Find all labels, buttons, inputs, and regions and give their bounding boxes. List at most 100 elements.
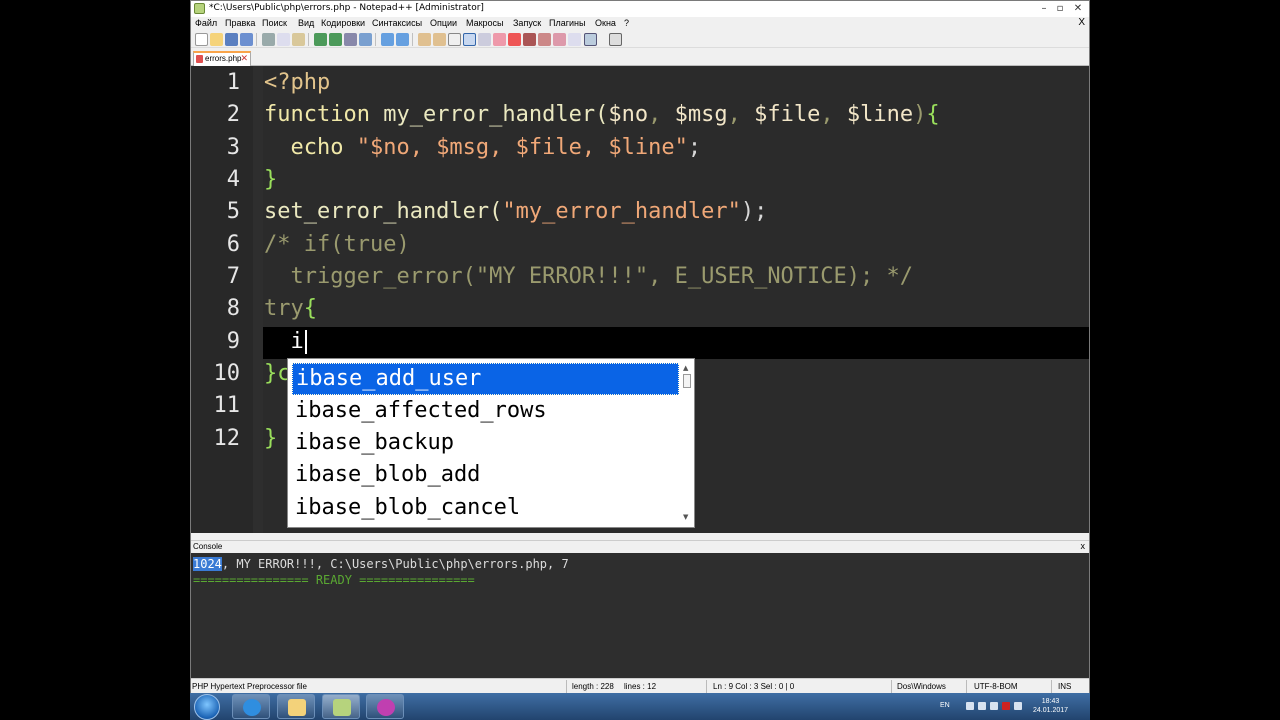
notepadpp-window: *C:\Users\Public\php\errors.php - Notepa… [190, 0, 1090, 693]
code-line-6: /* if(true) [264, 232, 410, 257]
autocomplete-item[interactable]: ibase_affected_rows [292, 396, 679, 428]
tray-network-icon[interactable] [990, 702, 998, 710]
brace: { [303, 296, 317, 321]
word-wrap-icon[interactable] [448, 33, 461, 46]
copy-icon[interactable] [277, 33, 290, 46]
status-encoding[interactable]: UTF-8-BOM [974, 682, 1018, 691]
code-line-4: } [264, 167, 277, 192]
menu-search[interactable]: Поиск [262, 18, 287, 28]
console-output[interactable]: 1024, MY ERROR!!!, C:\Users\Public\php\e… [191, 553, 1089, 678]
taskbar-app[interactable] [366, 694, 404, 719]
typed-text: i [264, 329, 304, 354]
taskbar-ie[interactable] [232, 694, 270, 719]
undo-icon[interactable] [314, 33, 327, 46]
tray-monitor-icon[interactable] [978, 702, 986, 710]
language-indicator[interactable]: EN [940, 702, 950, 709]
status-eol[interactable]: Dos\Windows [897, 682, 946, 691]
fold-margin[interactable] [253, 66, 263, 533]
string: "$no, $msg, $file, $line" [356, 135, 688, 160]
menu-syntax[interactable]: Синтаксисы [372, 18, 422, 28]
menu-help[interactable]: ? [624, 18, 629, 28]
play-macro-icon[interactable] [538, 33, 551, 46]
punct: ); [740, 199, 768, 224]
php-open-tag: <?php [264, 70, 331, 95]
console-icon[interactable] [609, 33, 622, 46]
menu-file[interactable]: Файл [195, 18, 217, 28]
sync-scroll-h-icon[interactable] [433, 33, 446, 46]
tab-errors-php[interactable]: errors.php ✕ [193, 51, 251, 66]
cut-icon[interactable] [262, 33, 275, 46]
menu-windows[interactable]: Окна [595, 18, 616, 28]
status-insert-mode[interactable]: INS [1058, 682, 1071, 691]
autocomplete-item[interactable]: ibase_backup [292, 428, 679, 460]
show-all-chars-icon[interactable] [463, 33, 476, 46]
doc-map-icon[interactable] [493, 33, 506, 46]
autocomplete-popup[interactable]: ibase_add_user ibase_affected_rows ibase… [287, 358, 695, 528]
console-title: Console [193, 542, 223, 551]
find-icon[interactable] [344, 33, 357, 46]
menu-macros[interactable]: Макросы [466, 18, 504, 28]
line-number: 3 [226, 135, 240, 160]
line-number: 9 [226, 329, 240, 354]
punct: , [648, 102, 675, 127]
open-file-icon[interactable] [210, 33, 223, 46]
autocomplete-item[interactable]: ibase_blob_add [292, 460, 679, 492]
code-line-12: } [264, 426, 277, 451]
title-bar: *C:\Users\Public\php\errors.php - Notepa… [191, 1, 1089, 17]
zoom-out-icon[interactable] [396, 33, 409, 46]
save-macro-icon[interactable] [553, 33, 566, 46]
tray-volume-icon[interactable] [1014, 702, 1022, 710]
close-document-icon[interactable]: X [1078, 17, 1085, 28]
new-file-icon[interactable] [195, 33, 208, 46]
line-number: 1 [226, 70, 240, 95]
save-icon[interactable] [225, 33, 238, 46]
menu-options[interactable]: Опции [430, 18, 457, 28]
current-line-highlight [263, 327, 1089, 359]
brace: } [264, 426, 278, 451]
error-code: 1024 [193, 557, 222, 571]
tab-close-icon[interactable]: ✕ [240, 53, 248, 64]
run-macro-icon[interactable] [568, 33, 581, 46]
variable: $line [846, 102, 914, 127]
menu-view[interactable]: Вид [298, 18, 314, 28]
menu-run[interactable]: Запуск [513, 18, 541, 28]
save-all-icon[interactable] [240, 33, 253, 46]
keyword: function [264, 102, 370, 127]
taskbar-notepadpp[interactable] [322, 694, 360, 719]
scroll-up-icon[interactable]: ▲ [683, 364, 688, 372]
sync-scroll-icon[interactable] [418, 33, 431, 46]
start-button[interactable] [194, 694, 220, 720]
punct: ) [913, 102, 927, 127]
menu-plugins[interactable]: Плагины [549, 18, 585, 28]
flower-app-icon [377, 699, 395, 716]
line-number: 10 [213, 361, 241, 386]
menu-encoding[interactable]: Кодировки [321, 18, 365, 28]
scroll-down-icon[interactable]: ▼ [683, 513, 688, 521]
tray-flag-icon[interactable] [966, 702, 974, 710]
scroll-thumb[interactable] [683, 374, 691, 388]
record-macro-icon[interactable] [508, 33, 521, 46]
internet-explorer-icon [243, 699, 261, 716]
maximize-icon[interactable]: ▫ [1051, 2, 1069, 16]
autocomplete-item[interactable]: ibase_add_user [292, 363, 679, 395]
tray-security-icon[interactable] [1002, 702, 1010, 710]
code-line-9: i [264, 329, 307, 354]
stop-macro-icon[interactable] [523, 33, 536, 46]
clock[interactable]: 18:43 24.01.2017 [1033, 697, 1068, 715]
menu-edit[interactable]: Правка [225, 18, 255, 28]
paste-icon[interactable] [292, 33, 305, 46]
autocomplete-scrollbar[interactable]: ▲ ▼ [681, 360, 693, 526]
redo-icon[interactable] [329, 33, 342, 46]
indent-guide-icon[interactable] [478, 33, 491, 46]
status-filetype: PHP Hypertext Preprocessor file [192, 682, 308, 691]
tab-bar: errors.php ✕ [191, 48, 1089, 66]
autocomplete-item[interactable]: ibase_blob_cancel [292, 493, 679, 525]
function-list-icon[interactable] [584, 33, 597, 46]
keyword: try [264, 296, 304, 321]
replace-icon[interactable] [359, 33, 372, 46]
taskbar-explorer[interactable] [277, 694, 315, 719]
close-icon[interactable]: ✕ [1069, 2, 1087, 16]
line-number: 11 [213, 393, 241, 418]
zoom-in-icon[interactable] [381, 33, 394, 46]
console-close-icon[interactable]: x [1081, 541, 1086, 551]
